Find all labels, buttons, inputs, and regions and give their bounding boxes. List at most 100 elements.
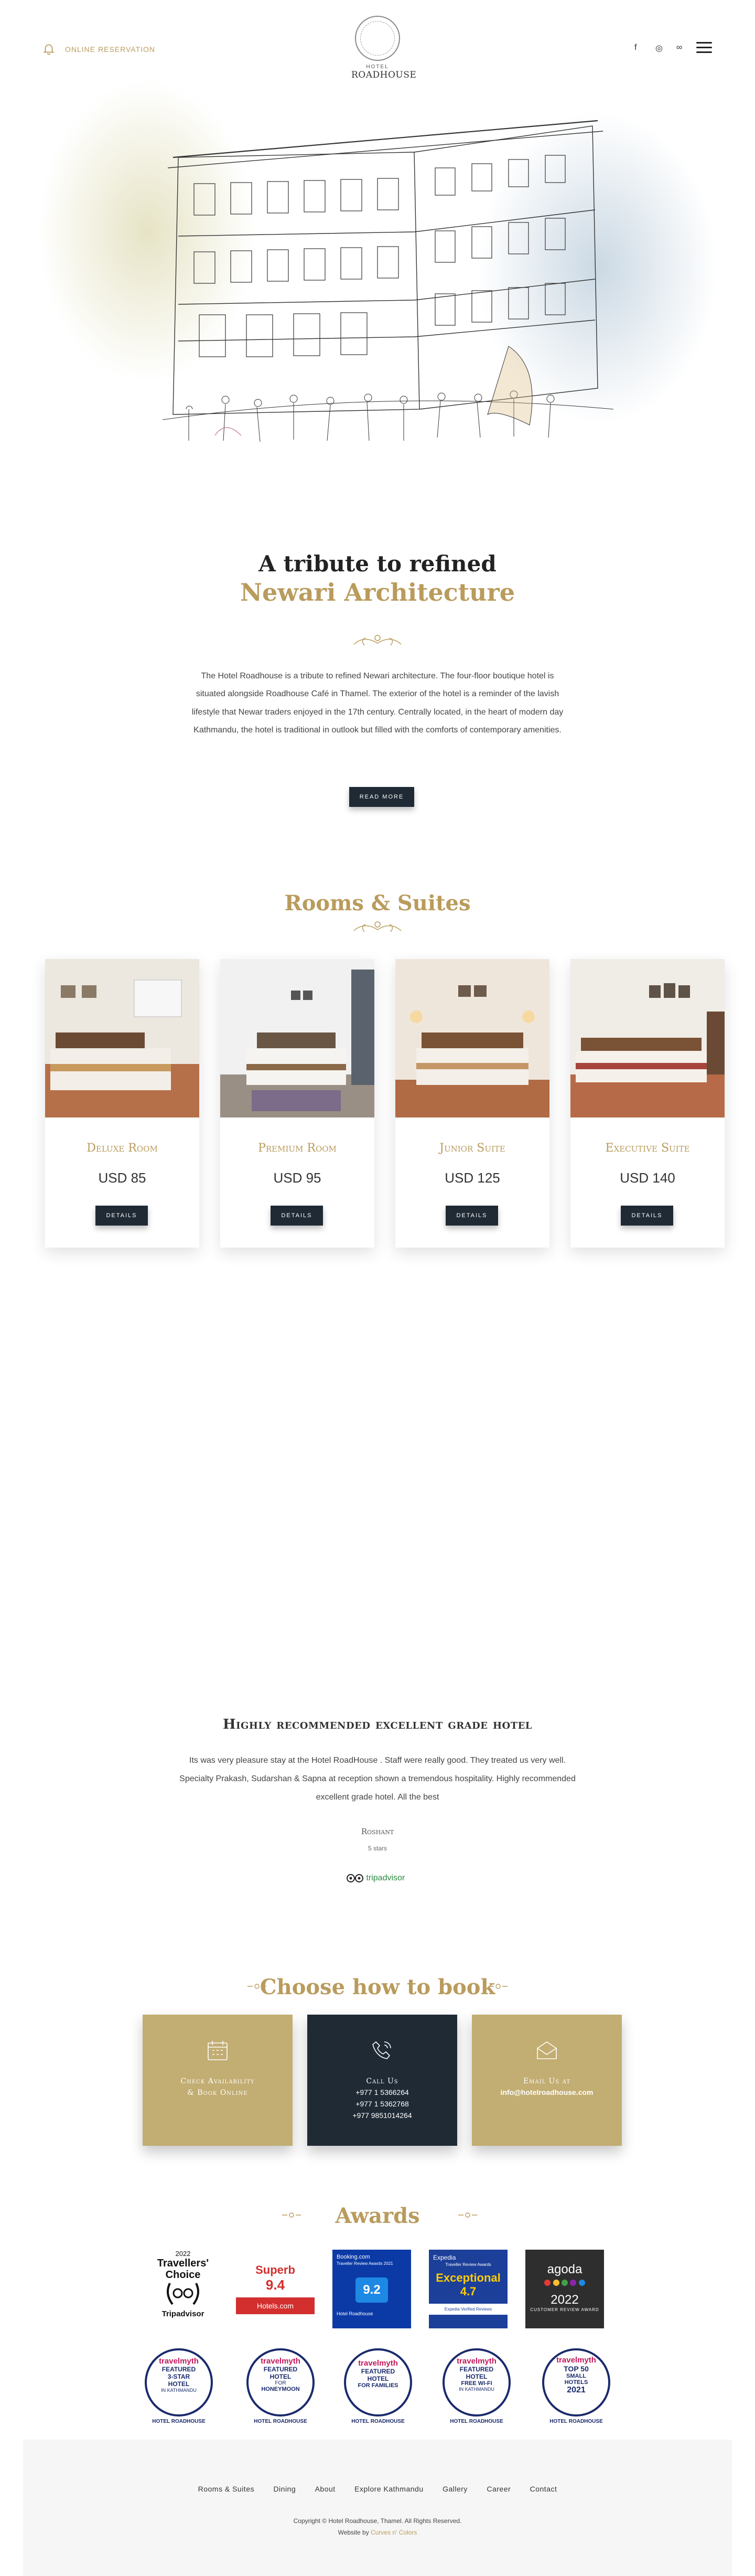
room-price: USD 125 xyxy=(445,1170,500,1186)
review-title: Highly recommended excellent grade hotel xyxy=(223,1717,532,1732)
room-name: Deluxe Room xyxy=(87,1142,158,1155)
phone-number[interactable]: +977 1 5366264 xyxy=(307,2087,457,2099)
award-line: Expedia Verified Reviews xyxy=(429,2304,508,2315)
footer-nav: Rooms & Suites Dining About Explore Kath… xyxy=(23,2485,732,2494)
email-address[interactable]: info@hotelroadhouse.com xyxy=(472,2087,622,2099)
call-us-label: Call Us xyxy=(366,2077,398,2085)
room-details-button[interactable]: DETAILS xyxy=(621,1206,673,1226)
review-author: Roshant xyxy=(361,1827,394,1836)
rooms-title: Rooms & Suites xyxy=(284,891,471,916)
room-photo-deluxe xyxy=(45,959,199,1117)
room-card-executive-suite[interactable]: Executive Suite USD 140 DETAILS xyxy=(570,959,725,1248)
facebook-icon[interactable]: f xyxy=(634,43,637,52)
room-details-button[interactable]: DETAILS xyxy=(95,1206,148,1226)
award-line: HONEYMOON xyxy=(261,2386,300,2392)
award-booking-com: Booking.com Traveller Review Awards 2021… xyxy=(332,2250,411,2328)
laurel-icon xyxy=(167,2283,199,2305)
award-line: FEATURED xyxy=(263,2366,298,2373)
award-line: IN KATHMANDU xyxy=(459,2387,494,2392)
award-line: TOP 50 xyxy=(564,2365,589,2373)
award-line: Choice xyxy=(165,2269,201,2281)
room-name: Junior Suite xyxy=(439,1142,505,1155)
tripadvisor-logo[interactable]: tripadvisor xyxy=(346,1873,414,1886)
review-rating: 5 stars xyxy=(368,1845,387,1852)
book-online-card[interactable]: Check Availability & Book Online xyxy=(143,2015,293,2146)
award-line: HOTEL xyxy=(466,2373,488,2380)
book-title: Choose how to book xyxy=(260,1975,495,1999)
footer-link-rooms[interactable]: Rooms & Suites xyxy=(198,2485,254,2493)
room-details-button[interactable]: DETAILS xyxy=(446,1206,498,1226)
award-hotel-name: HOTEL ROADHOUSE xyxy=(254,2419,307,2424)
hotel-logo[interactable]: HOTEL ROADHOUSE xyxy=(351,16,416,80)
award-line: CUSTOMER REVIEW AWARD xyxy=(530,2307,599,2312)
award-hotel-name: HOTEL ROADHOUSE xyxy=(351,2419,405,2424)
award-line: Traveller Review Awards xyxy=(445,2262,491,2267)
footer-link-contact[interactable]: Contact xyxy=(530,2485,557,2493)
site-footer: Rooms & Suites Dining About Explore Kath… xyxy=(23,2440,732,2576)
award-agoda: agoda 2022 CUSTOMER REVIEW AWARD xyxy=(525,2250,604,2328)
logo-small-text: HOTEL xyxy=(366,64,389,70)
room-name: Executive Suite xyxy=(605,1142,690,1155)
badge-circle: travelmyth FEATURED 3-STAR HOTEL IN KATH… xyxy=(145,2348,213,2417)
ornament-divider-icon xyxy=(353,921,402,932)
award-line: HOTEL xyxy=(367,2375,389,2382)
agency-link[interactable]: Curves n' Colors xyxy=(371,2529,417,2536)
award-hotel-name: HOTEL ROADHOUSE xyxy=(549,2419,603,2424)
award-hotel-name: HOTEL ROADHOUSE xyxy=(450,2419,503,2424)
award-line: FEATURED xyxy=(459,2366,494,2373)
envelope-icon xyxy=(537,2041,557,2059)
footer-link-explore[interactable]: Explore Kathmandu xyxy=(354,2485,423,2493)
award-brand: travelmyth xyxy=(457,2357,497,2366)
book-online-label-2: & Book Online xyxy=(187,2089,248,2098)
copyright-text: Copyright © Hotel Roadhouse, Thamel. All… xyxy=(293,2517,462,2525)
award-brand: Tripadvisor xyxy=(161,2309,204,2318)
award-brand: Hotels.com xyxy=(236,2297,315,2314)
award-travelmyth-honeymoon: travelmyth FEATURED HOTEL FOR HONEYMOON … xyxy=(241,2348,320,2424)
tripadvisor-icon[interactable]: ∞ xyxy=(676,43,682,52)
footer-link-dining[interactable]: Dining xyxy=(273,2485,296,2493)
tribute-subtitle: Newari Architecture xyxy=(240,578,515,606)
read-more-button[interactable]: READ MORE xyxy=(349,787,414,807)
room-card-deluxe[interactable]: Deluxe Room USD 85 DETAILS xyxy=(45,959,199,1248)
phone-number[interactable]: +977 9851014264 xyxy=(307,2110,457,2122)
hero-illustration xyxy=(37,79,718,477)
ornament-right-icon xyxy=(489,1984,508,1989)
email-card[interactable]: Email Us at info@hotelroadhouse.com xyxy=(472,2015,622,2146)
award-brand: Booking.com xyxy=(337,2254,370,2260)
phone-number[interactable]: +977 1 5362768 xyxy=(307,2099,457,2110)
award-brand: Expedia xyxy=(433,2254,456,2261)
instagram-icon[interactable]: ◎ xyxy=(655,43,663,54)
award-line: Exceptional xyxy=(436,2271,501,2284)
award-brand: travelmyth xyxy=(261,2357,300,2366)
building-sketch xyxy=(162,120,614,442)
footer-link-career[interactable]: Career xyxy=(487,2485,511,2493)
room-card-junior-suite[interactable]: Junior Suite USD 125 DETAILS xyxy=(395,959,549,1248)
award-brand: travelmyth xyxy=(159,2357,199,2366)
room-photo-junior-suite xyxy=(395,959,549,1117)
tribute-title: A tribute to refined xyxy=(258,551,497,577)
award-line: Superb xyxy=(255,2263,295,2276)
menu-icon[interactable] xyxy=(696,42,712,54)
award-travelmyth-3-star: travelmyth FEATURED 3-STAR HOTEL IN KATH… xyxy=(139,2348,218,2424)
award-line: SMALL xyxy=(566,2373,586,2379)
room-details-button[interactable]: DETAILS xyxy=(271,1206,323,1226)
footer-link-gallery[interactable]: Gallery xyxy=(443,2485,468,2493)
call-us-card[interactable]: Call Us +977 1 5366264 +977 1 5362768 +9… xyxy=(307,2015,457,2146)
room-card-premium[interactable]: Premium Room USD 95 DETAILS xyxy=(220,959,374,1248)
agoda-dots xyxy=(525,2279,604,2288)
tribute-description: The Hotel Roadhouse is a tribute to refi… xyxy=(191,672,564,735)
online-reservation-link[interactable]: ONLINE RESERVATION xyxy=(65,45,155,54)
room-price: USD 85 xyxy=(98,1170,146,1186)
award-line: IN KATHMANDU xyxy=(161,2388,197,2393)
room-price: USD 95 xyxy=(273,1170,321,1186)
award-brand: travelmyth xyxy=(358,2359,398,2368)
room-name: Premium Room xyxy=(258,1142,337,1155)
award-expedia: Expedia Traveller Review Awards Exceptio… xyxy=(429,2250,508,2328)
award-hotel-name: HOTEL ROADHOUSE xyxy=(152,2419,206,2424)
award-line: HOTEL xyxy=(269,2373,292,2380)
bell-icon xyxy=(43,44,55,55)
footer-link-about[interactable]: About xyxy=(315,2485,336,2493)
room-photo-premium xyxy=(220,959,374,1117)
award-line: FOR xyxy=(275,2380,286,2386)
award-line: FEATURED xyxy=(361,2368,395,2375)
